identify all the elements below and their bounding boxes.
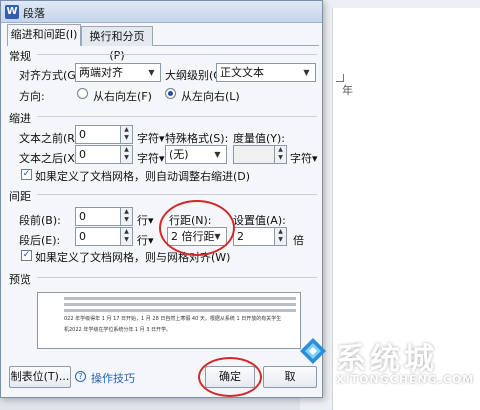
section-divider	[37, 194, 317, 195]
space-before-input[interactable]: 0	[75, 207, 121, 226]
section-divider	[37, 277, 317, 278]
section-spacing-heading: 间距	[9, 190, 31, 203]
dropdown-arrow-icon: ▼	[214, 150, 221, 159]
indent-after-label: 文本之后(X):	[19, 152, 83, 165]
dropdown-arrow-icon: ▼	[148, 68, 155, 77]
special-format-select[interactable]: (无) ▼	[165, 145, 227, 164]
preview-sample-text: 022 年学级得年 1 月 17 日开始，1 月 28 日自然上寒假 40 天。…	[64, 316, 282, 322]
radio-left-to-right[interactable]	[165, 88, 176, 99]
measure-label: 度量值(Y):	[233, 132, 286, 145]
dialog-titlebar[interactable]: W 段落	[1, 1, 322, 23]
space-after-unit[interactable]: 行▾	[137, 232, 154, 248]
radio-right-to-left[interactable]	[77, 88, 88, 99]
auto-adjust-checkbox[interactable]: ✓	[21, 169, 32, 180]
space-before-unit[interactable]: 行▾	[137, 212, 154, 228]
section-general-heading: 常规	[9, 50, 31, 63]
document-text: 年	[342, 84, 353, 97]
highlight-ellipse-ok	[198, 357, 262, 397]
measure-unit[interactable]: 字符▾	[290, 150, 318, 166]
indent-after-input[interactable]: 0	[75, 145, 121, 164]
setting-value-spinner[interactable]: ▲ ▼	[275, 227, 287, 246]
section-indent-heading: 缩进	[9, 112, 31, 125]
rtl-label[interactable]: 从右向左(F)	[93, 88, 152, 104]
alignment-select[interactable]: 两端对齐 ▼	[75, 63, 161, 82]
indent-before-unit[interactable]: 字符▾	[137, 130, 165, 146]
special-format-value: (无)	[169, 148, 189, 161]
preview-sample-text: 机2022 年学级在学位系统分年 1 月 3 日开学。	[64, 327, 172, 333]
highlight-ellipse-line-spacing	[159, 200, 235, 256]
margin-corner-mark	[336, 74, 344, 82]
space-before-label: 段前(B):	[19, 214, 61, 227]
ltr-label[interactable]: 从左向右(L)	[181, 88, 240, 104]
alignment-value: 两端对齐	[79, 66, 123, 79]
setting-value-label: 设置值(A):	[233, 214, 286, 227]
section-preview-heading: 预览	[9, 273, 31, 286]
snap-to-grid-checkbox[interactable]: ✓	[21, 250, 32, 261]
measure-input[interactable]	[233, 145, 275, 164]
outline-level-select[interactable]: 正文文本 ▼	[216, 63, 316, 82]
cancel-button[interactable]: 取	[263, 366, 317, 388]
indent-after-unit[interactable]: 字符▾	[137, 150, 165, 166]
dropdown-arrow-icon: ▼	[303, 68, 310, 77]
special-format-label: 特殊格式(S):	[165, 132, 229, 145]
preview-prev-line	[64, 297, 296, 300]
outline-level-value: 正文文本	[220, 66, 264, 79]
preview-prev-line	[64, 303, 296, 306]
dialog-title: 段落	[23, 7, 45, 20]
indent-before-input[interactable]: 0	[75, 125, 121, 144]
space-after-spinner[interactable]: ▲ ▼	[121, 227, 133, 246]
space-after-label: 段后(E):	[19, 234, 61, 247]
preview-prev-line	[64, 309, 296, 312]
indent-after-spinner[interactable]: ▲ ▼	[121, 145, 133, 164]
wps-writer-icon: W	[5, 5, 19, 19]
tab-stops-button[interactable]: 制表位(T)...	[9, 366, 71, 388]
paragraph-dialog: W 段落 缩进和间距(I) 换行和分页(P) 常规 对齐方式(G): 两端对齐 …	[0, 0, 323, 398]
indent-before-label: 文本之前(R):	[19, 132, 83, 145]
section-divider	[37, 54, 317, 55]
tab-indent-spacing[interactable]: 缩进和间距(I)	[7, 24, 81, 46]
watermark-title: 系统城	[336, 342, 438, 377]
measure-spinner[interactable]: ▲ ▼	[275, 145, 287, 164]
paragraph-preview: 022 年学级得年 1 月 17 日开始，1 月 28 日自然上寒假 40 天。…	[37, 292, 301, 349]
direction-label: 方向:	[19, 90, 45, 103]
operation-tips-link[interactable]: 操作技巧	[91, 370, 135, 386]
space-before-spinner[interactable]: ▲ ▼	[121, 207, 133, 226]
setting-value-unit: 倍	[293, 234, 304, 247]
space-after-input[interactable]: 0	[75, 227, 121, 246]
watermark-url: XITONGCHENG.COM	[336, 373, 475, 386]
tab-panel-border	[153, 45, 319, 46]
auto-adjust-label[interactable]: 如果定义了文档网格，则自动调整右缩进(D)	[35, 168, 250, 184]
setting-value-input[interactable]: 2	[233, 227, 275, 246]
tips-icon[interactable]: ?	[75, 371, 86, 382]
tab-line-page-breaks[interactable]: 换行和分页(P)	[81, 26, 153, 62]
xitongcheng-logo-icon	[300, 338, 326, 364]
indent-before-spinner[interactable]: ▲ ▼	[121, 125, 133, 144]
section-divider	[37, 116, 317, 117]
